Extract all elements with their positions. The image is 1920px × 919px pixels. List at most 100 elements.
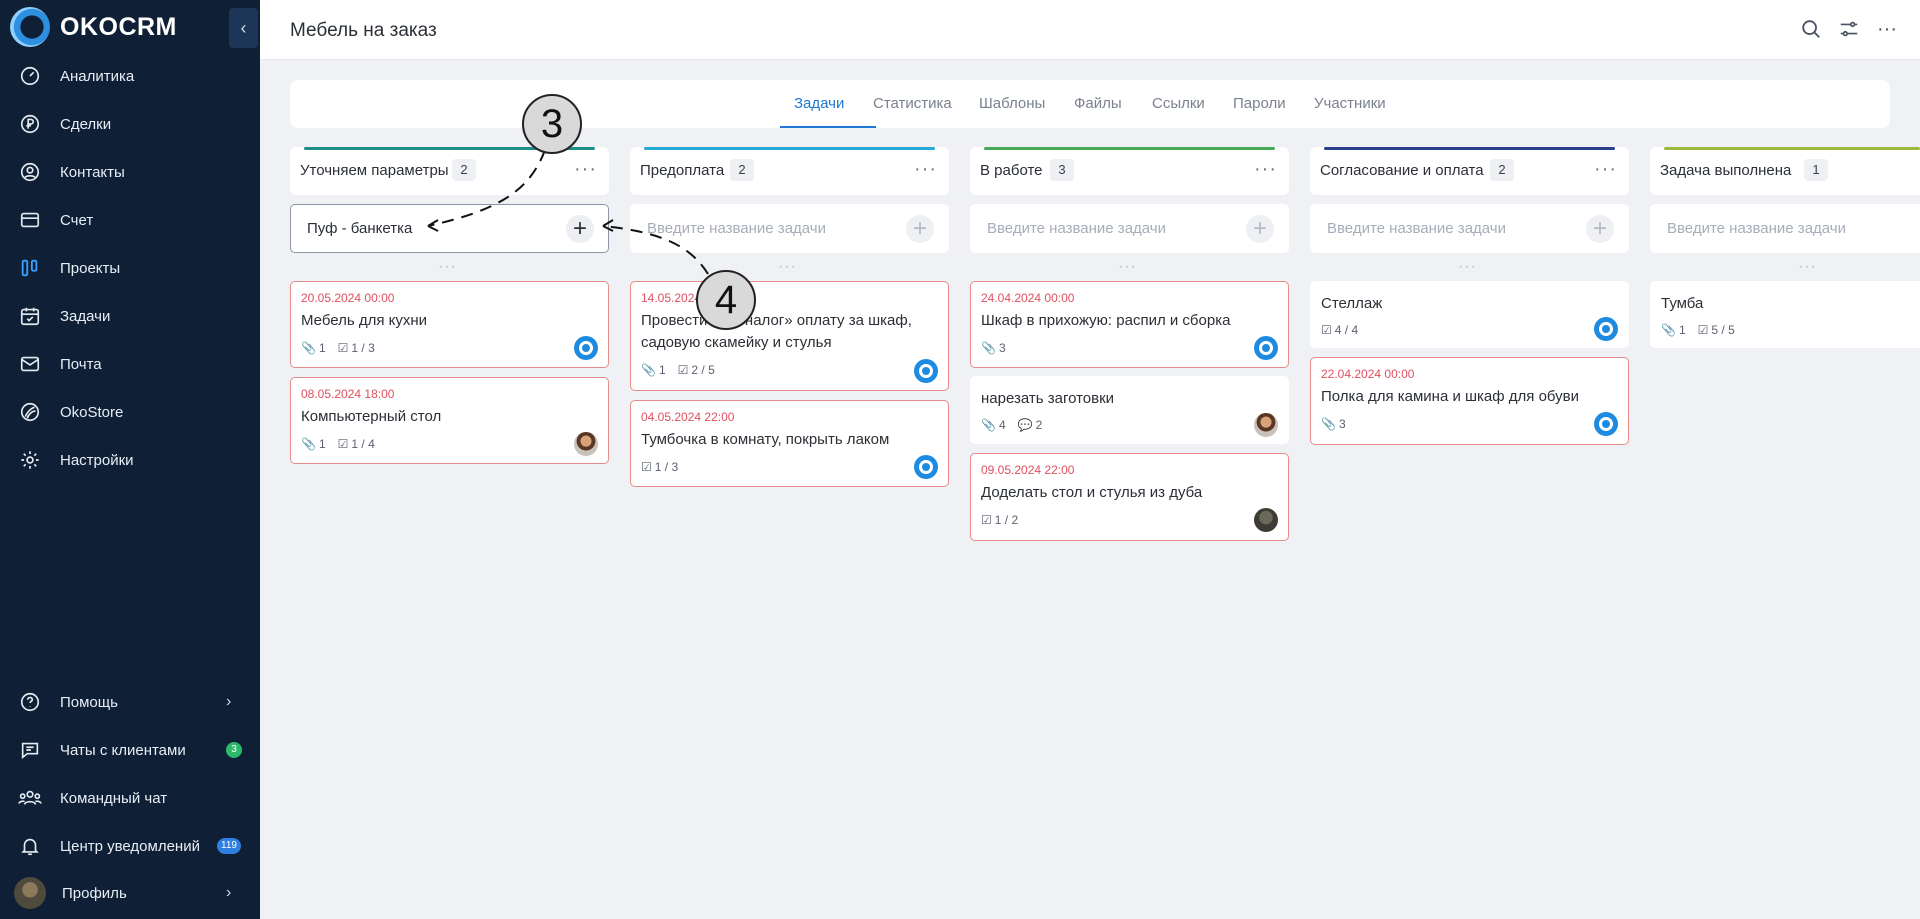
filter-sliders-icon[interactable] [1836,16,1862,42]
sidebar-item-label: OkoStore [60,403,124,421]
task-card[interactable]: 14.05.2024 Провести «...й налог» оплату … [630,281,949,391]
attachment-count: 3 [1338,417,1346,431]
sidebar-item-help[interactable]: Помощь › [0,682,260,722]
task-card[interactable]: 24.04.2024 00:00 Шкаф в прихожую: распил… [970,281,1289,368]
sidebar-item-label: Центр уведомлений [60,837,200,855]
new-task-field[interactable] [1650,204,1920,253]
task-title: Мебель для кухни [301,312,428,329]
sidebar-item-client-chats[interactable]: Чаты с клиентами 3 [0,730,260,770]
sidebar-collapse-button[interactable]: ‹ [229,8,258,48]
column-color-bar [1664,147,1920,150]
tab-templates[interactable]: Шаблоны [979,80,1045,128]
more-horizontal-icon[interactable]: ··· [914,158,937,181]
tab-members[interactable]: Участники [1314,80,1386,128]
tab-links[interactable]: Ссылки [1152,80,1205,128]
assignee-avatar[interactable] [1254,413,1278,437]
sidebar-item-contacts[interactable]: Контакты [0,152,260,192]
new-task-field[interactable]: + [1310,204,1629,253]
assignee-avatar[interactable] [914,455,938,479]
sidebar-item-deals[interactable]: Сделки [0,104,260,144]
column-header: В работе 3 ··· [970,147,1289,195]
bell-icon [18,834,42,858]
sidebar-item-projects[interactable]: Проекты [0,248,260,288]
drag-handle-icon[interactable]: ··· [438,258,457,276]
attachment-count: 1 [318,437,326,451]
task-title: Шкаф в прихожую: распил и сборка [981,312,1231,329]
new-task-field[interactable]: + [630,204,949,253]
more-horizontal-icon[interactable]: ··· [1254,158,1277,181]
task-due-date: 14.05.2024 [641,291,702,305]
logo[interactable]: OKOCRM [10,6,177,48]
new-task-field[interactable]: + [290,204,609,253]
drag-handle-icon[interactable]: ··· [1458,258,1477,276]
assignee-avatar[interactable] [1254,336,1278,360]
task-card[interactable]: 08.05.2024 18:00 Компьютерный стол 📎 1 ☑ 1… [290,377,609,464]
sidebar-item-settings[interactable]: Настройки [0,440,260,480]
assignee-avatar[interactable] [1254,508,1278,532]
logo-text: OKOCRM [60,12,177,41]
tab-passwords[interactable]: Пароли [1233,80,1286,128]
assignee-avatar[interactable] [914,359,938,383]
plus-icon[interactable]: + [906,215,934,243]
checklist-icon: ☑ 1 / 3 [337,341,375,355]
checklist-count: 2 / 5 [691,363,715,377]
plus-icon[interactable]: + [1586,215,1614,243]
sidebar-item-analytics[interactable]: Аналитика [0,56,260,96]
sidebar-item-team-chat[interactable]: Командный чат [0,778,260,818]
checklist-count: 1 / 3 [654,460,679,474]
sidebar-item-profile[interactable]: Профиль › [0,873,260,913]
task-card[interactable]: 22.04.2024 00:00 Полка для камина и шкаф… [1310,357,1629,445]
sidebar-item-okostore[interactable]: OkoStore [0,392,260,432]
assignee-avatar[interactable] [574,336,598,360]
assignee-avatar[interactable] [1594,317,1618,341]
sidebar-item-notifications[interactable]: Центр уведомлений 119 [0,826,260,866]
active-tab-indicator [780,126,876,128]
task-card[interactable]: 09.05.2024 22:00 Доделать стол и стулья … [970,453,1289,541]
tab-tasks[interactable]: Задачи [794,80,844,128]
attachment-icon: 📎 1 [301,341,326,355]
task-card[interactable]: нарезать заготовки 📎 4 💬 2 [970,376,1289,444]
more-horizontal-icon[interactable]: ··· [574,158,597,181]
comment-count: 2 [1035,418,1043,432]
more-horizontal-icon[interactable]: ··· [1594,158,1617,181]
column-color-bar [644,147,935,150]
chevron-right-icon: › [226,693,232,710]
attachment-icon: 📎 4 [981,418,1006,432]
task-title: Тумба [1661,295,1704,312]
sidebar-item-label: Настройки [60,451,134,469]
task-card[interactable]: 20.05.2024 00:00 Мебель для кухни 📎 1 ☑ 1 … [290,281,609,368]
sidebar-item-invoice[interactable]: Счет [0,200,260,240]
drag-handle-icon[interactable]: ··· [1118,258,1137,276]
task-card[interactable]: Тумба 📎 1 ☑ 5 / 5 [1650,281,1920,348]
column-title: Задача выполнена [1660,162,1792,179]
task-title: Провести «...й налог» оплату за шкаф, [641,312,912,329]
checklist-count: 1 / 3 [351,341,375,355]
sidebar-item-label: Аналитика [60,67,135,85]
new-task-input[interactable] [305,219,545,238]
checklist-count: 4 / 4 [1334,323,1359,337]
attachment-count: 1 [658,363,666,377]
new-task-input[interactable] [1665,219,1905,238]
assignee-avatar[interactable] [574,432,598,456]
task-card[interactable]: Стеллаж ☑ 4 / 4 [1310,281,1629,348]
columns-icon [18,256,42,280]
sidebar-item-tasks[interactable]: Задачи [0,296,260,336]
more-horizontal-icon[interactable]: ··· [1874,16,1900,42]
plus-icon[interactable]: + [566,215,594,243]
new-task-field[interactable]: + [970,204,1289,253]
search-icon[interactable] [1798,16,1824,42]
tab-files[interactable]: Файлы [1074,80,1122,128]
sidebar-item-label: Счет [60,211,94,229]
sidebar-item-mail[interactable]: Почта [0,344,260,384]
task-card[interactable]: 04.05.2024 22:00 Тумбочка в комнату, пок… [630,400,949,487]
plus-icon[interactable]: + [1246,215,1274,243]
new-task-input[interactable] [1325,219,1565,238]
assignee-avatar[interactable] [1594,412,1618,436]
calendar-check-icon [18,304,42,328]
drag-handle-icon[interactable]: ··· [1798,258,1817,276]
tab-statistics[interactable]: Статистика [873,80,952,128]
new-task-input[interactable] [645,219,885,238]
drag-handle-icon[interactable]: ··· [778,258,797,276]
new-task-input[interactable] [985,219,1225,238]
client-chats-badge: 3 [226,742,242,758]
